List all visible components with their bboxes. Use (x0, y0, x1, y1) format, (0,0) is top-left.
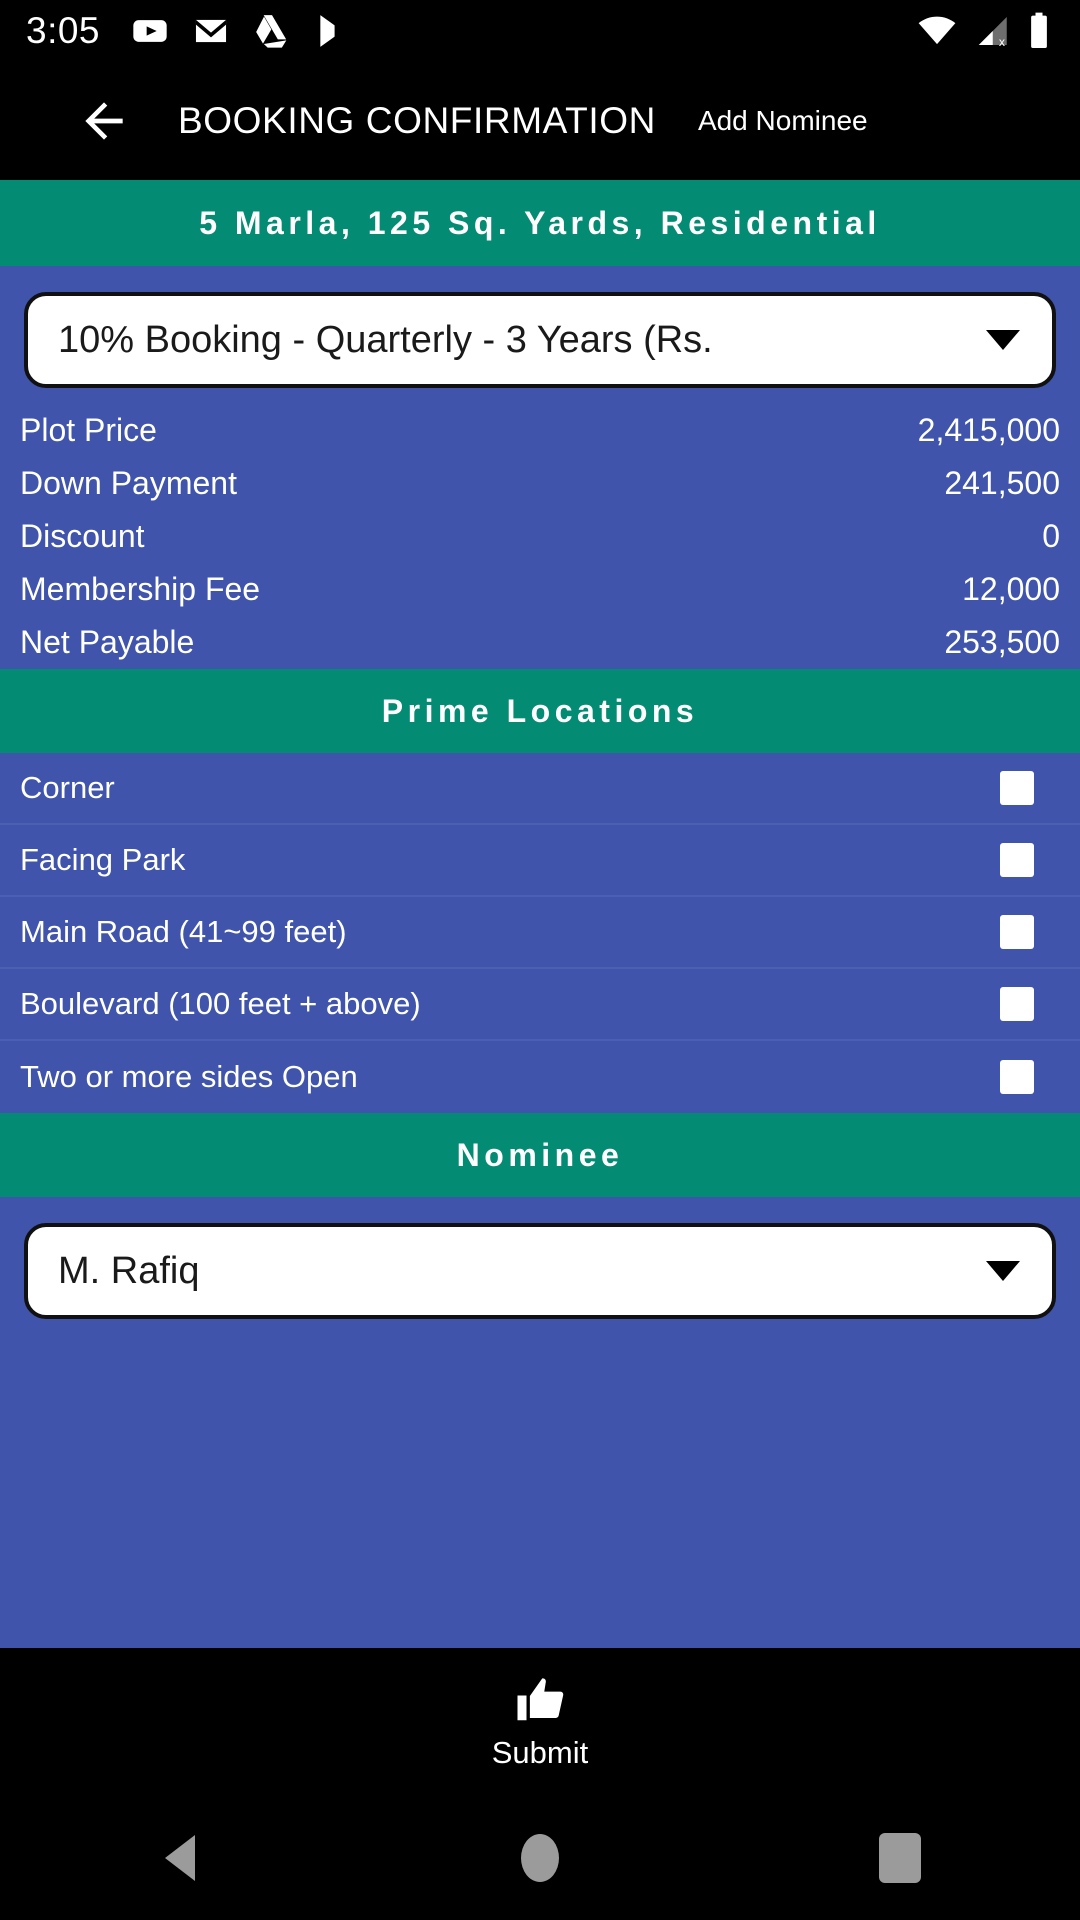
table-row: Plot Price 2,415,000 (20, 404, 1060, 457)
status-time: 3:05 (26, 10, 101, 51)
list-item[interactable]: Main Road (41~99 feet) (0, 897, 1080, 969)
checkbox-facing-park[interactable] (1000, 843, 1034, 877)
list-item[interactable]: Corner (0, 753, 1080, 825)
main-content: 5 Marla, 125 Sq. Yards, Residential 10% … (0, 180, 1080, 1648)
checkbox-two-or-more-sides-open[interactable] (1000, 1060, 1034, 1094)
payment-plan-section: 10% Booking - Quarterly - 3 Years (Rs. (0, 266, 1080, 388)
option-label: Facing Park (20, 842, 186, 877)
table-row: Discount 0 (20, 510, 1060, 563)
checkbox-corner[interactable] (1000, 771, 1034, 805)
price-value: 12,000 (962, 571, 1060, 607)
price-label: Net Payable (20, 624, 195, 660)
checkbox-main-road[interactable] (1000, 915, 1034, 949)
nominee-value: M. Rafiq (58, 1249, 200, 1292)
option-label: Corner (20, 770, 115, 805)
price-value: 2,415,000 (917, 412, 1060, 448)
table-row: Net Payable 253,500 (20, 616, 1060, 669)
option-label: Two or more sides Open (20, 1059, 358, 1094)
price-label: Plot Price (20, 412, 157, 448)
svg-text:x: x (999, 35, 1005, 49)
page-title: BOOKING CONFIRMATION (178, 100, 656, 141)
price-details-list: Plot Price 2,415,000 Down Payment 241,50… (0, 388, 1080, 669)
nominee-dropdown[interactable]: M. Rafiq (24, 1223, 1056, 1319)
payment-plan-dropdown[interactable]: 10% Booking - Quarterly - 3 Years (Rs. (24, 292, 1056, 388)
chevron-down-icon (986, 330, 1020, 350)
nav-back-icon[interactable] (80, 1796, 280, 1920)
play-store-icon (320, 15, 348, 47)
thumbs-up-icon (517, 1678, 564, 1721)
status-notification-icons (130, 11, 352, 51)
submit-label: Submit (491, 1735, 589, 1770)
checkbox-boulevard[interactable] (1000, 987, 1034, 1021)
price-label: Membership Fee (20, 571, 261, 607)
price-label: Down Payment (20, 465, 237, 501)
add-nominee-button[interactable]: Add Nominee (698, 105, 868, 137)
content-filler (0, 1319, 1080, 1648)
nav-home-icon[interactable] (440, 1796, 640, 1920)
nav-recents-icon[interactable] (800, 1796, 1000, 1920)
plot-subtitle-banner: 5 Marla, 125 Sq. Yards, Residential (0, 180, 1080, 266)
nominee-header: Nominee (0, 1113, 1080, 1197)
price-value: 253,500 (944, 624, 1060, 660)
wifi-icon (918, 16, 956, 45)
google-drive-icon (256, 15, 287, 48)
submit-button[interactable]: Submit (0, 1648, 1080, 1796)
option-label: Main Road (41~99 feet) (20, 914, 347, 949)
table-row: Down Payment 241,500 (20, 457, 1060, 510)
chevron-down-icon (986, 1261, 1020, 1281)
status-bar: 3:05 x (0, 0, 1080, 62)
nominee-section: M. Rafiq (0, 1197, 1080, 1319)
gmail-icon (195, 19, 227, 43)
app-screen: 3:05 x BOOKING CONFIRMATION Add Nominee … (0, 0, 1080, 1920)
prime-locations-list: Corner Facing Park Main Road (41~99 feet… (0, 753, 1080, 1113)
cellular-no-sim-icon: x (978, 17, 1007, 49)
option-label: Boulevard (100 feet + above) (20, 986, 421, 1021)
price-label: Discount (20, 518, 145, 554)
price-value: 0 (1042, 518, 1060, 554)
payment-plan-value: 10% Booking - Quarterly - 3 Years (Rs. (58, 318, 713, 361)
price-value: 241,500 (944, 465, 1060, 501)
android-nav-bar (0, 1796, 1080, 1920)
list-item[interactable]: Facing Park (0, 825, 1080, 897)
back-arrow-icon[interactable] (76, 93, 132, 149)
status-system-icons: x (916, 10, 1054, 52)
list-item[interactable]: Two or more sides Open (0, 1041, 1080, 1113)
youtube-icon (133, 20, 167, 42)
app-bar: BOOKING CONFIRMATION Add Nominee (0, 62, 1080, 180)
table-row: Membership Fee 12,000 (20, 563, 1060, 616)
prime-locations-header: Prime Locations (0, 669, 1080, 753)
list-item[interactable]: Boulevard (100 feet + above) (0, 969, 1080, 1041)
battery-icon (1031, 12, 1047, 48)
